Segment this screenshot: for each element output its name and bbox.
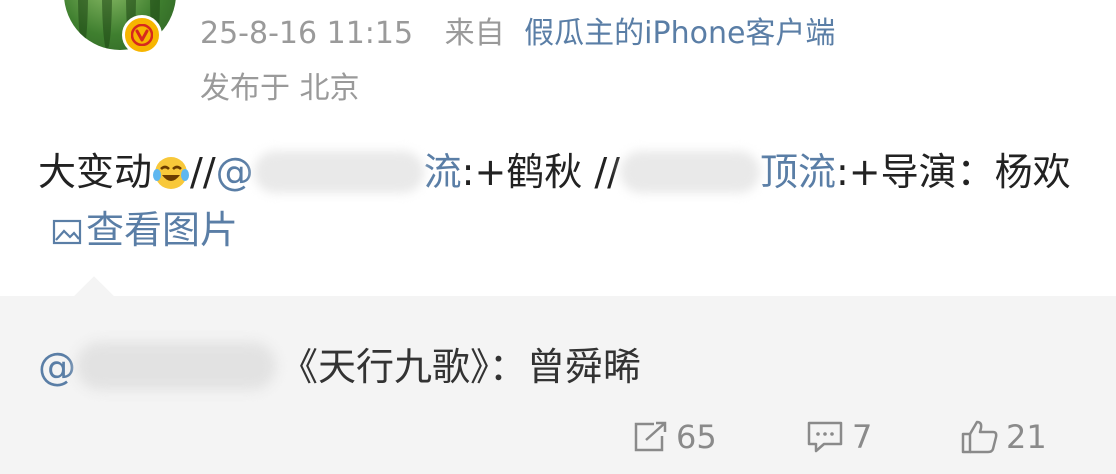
comment-button[interactable]: 7 [806, 418, 872, 456]
content-text: 大变动 [38, 150, 153, 194]
repost-button[interactable]: 65 [632, 418, 717, 456]
comment-icon [807, 421, 843, 453]
content-text: :+导演：杨欢 [835, 150, 1071, 194]
laugh-cry-emoji-icon [153, 157, 190, 189]
like-button[interactable]: 21 [960, 418, 1047, 456]
repost-mention[interactable]: @ [38, 342, 280, 390]
repost-count: 65 [676, 418, 717, 456]
verified-v-badge-icon [122, 15, 162, 55]
post-time: 25-8-16 11:15 [200, 16, 414, 51]
mention-link[interactable]: 顶流 [619, 150, 836, 194]
content-separator: // [190, 150, 216, 194]
repost-content: 《天行九歌》：曾舜晞 [280, 345, 642, 389]
source-prefix: 来自 [444, 16, 505, 51]
repost-text: @ 《天行九歌》：曾舜晞 [38, 336, 641, 391]
repost-icon [634, 421, 667, 452]
post-meta: 25-8-16 11:15 来自 假瓜主的iPhone客户端 [200, 8, 835, 52]
like-count: 21 [1006, 418, 1047, 456]
view-images-link[interactable]: 查看图片 [38, 208, 238, 252]
post-content: 大变动 //@ 流:+鹤秋 //顶流:+导演：杨欢查看图片 [38, 143, 1078, 259]
thumbs-up-icon [961, 420, 998, 454]
mention-link[interactable]: @ 流 [216, 150, 462, 194]
content-text: :+鹤秋 // [461, 150, 620, 194]
comment-count: 7 [852, 418, 873, 456]
post-location: 发布于 北京 [200, 71, 360, 106]
image-icon [52, 219, 82, 245]
source-client-link[interactable]: 假瓜主的iPhone客户端 [524, 16, 835, 51]
action-bar: 65 7 21 [0, 418, 1116, 466]
